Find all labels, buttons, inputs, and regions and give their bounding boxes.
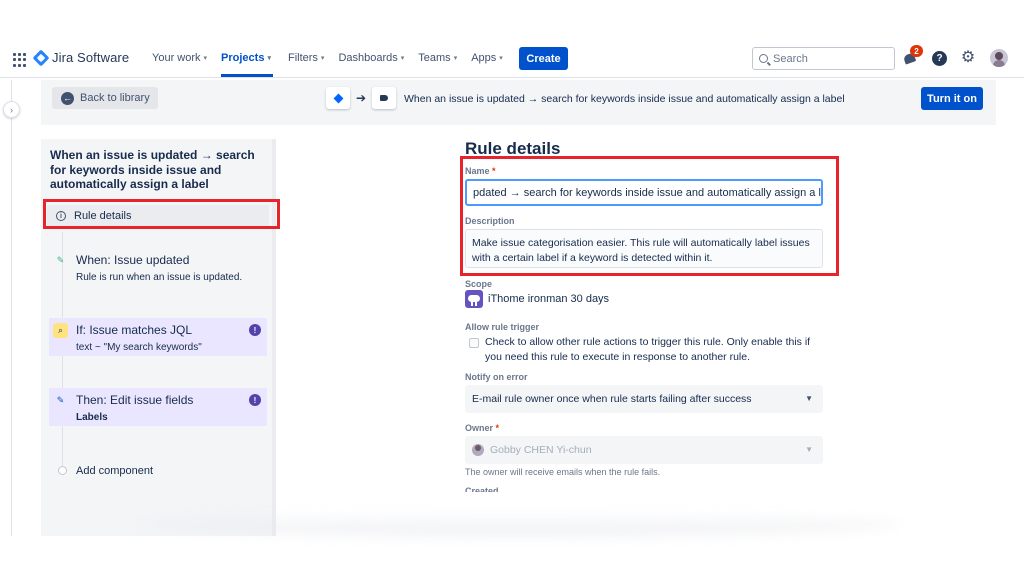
search-placeholder: Search	[773, 52, 808, 65]
component-subtitle: text ~ "My search keywords"	[76, 342, 202, 353]
settings-gear-icon[interactable]: ⚙	[960, 50, 976, 66]
chevron-down-icon: ▾	[499, 55, 503, 62]
action-chip	[372, 87, 396, 109]
nav-apps-label: Apps	[471, 52, 497, 64]
scope-value: iThome ironman 30 days	[465, 290, 609, 308]
trigger-chip	[326, 87, 350, 109]
component-subtitle: Rule is run when an issue is updated.	[76, 272, 243, 283]
pencil-icon: ✎	[56, 395, 65, 405]
chevron-down-icon: ▾	[203, 55, 208, 62]
notify-on-error-label: Notify on error	[465, 372, 528, 382]
owner-avatar	[472, 444, 484, 456]
search-icon: ⌕	[53, 323, 68, 338]
nav-dashboards[interactable]: Dashboards ▾	[338, 52, 404, 64]
allow-rule-trigger-text: Check to allow other rule actions to tri…	[485, 336, 811, 363]
arrow-left-icon: ←	[61, 91, 74, 105]
component-if-issue-matches-jql[interactable]: ⌕ If: Issue matches JQL text ~ "My searc…	[49, 318, 267, 356]
component-title: Then: Edit issue fields	[76, 393, 194, 407]
scope-label: Scope	[465, 279, 493, 289]
component-title: If: Issue matches JQL	[76, 323, 193, 337]
nav-dashboards-label: Dashboards	[338, 52, 398, 64]
allow-rule-trigger-label: Allow rule trigger	[465, 322, 540, 332]
notify-on-error-value: E-mail rule owner once when rule starts …	[472, 393, 752, 405]
user-avatar[interactable]	[990, 49, 1008, 67]
arrow-right-icon: ➔	[356, 91, 367, 105]
back-to-library-button[interactable]: ← Back to library	[52, 87, 158, 109]
chevron-down-icon: ▾	[267, 55, 271, 62]
sidebar-rail	[11, 80, 12, 536]
nav-menu: Your work ▾ Projects ▾ Filters ▾ Dashboards…	[152, 52, 503, 64]
highlight-box-rule-details	[43, 199, 280, 229]
search-input[interactable]: Search	[752, 47, 895, 70]
owner-field-label: Owner *	[465, 423, 499, 433]
chevron-down-icon: ▾	[320, 55, 325, 62]
nav-projects-label: Projects	[221, 52, 265, 64]
warning-icon: !	[249, 394, 261, 406]
nav-apps[interactable]: Apps ▾	[471, 52, 503, 64]
required-mark: *	[495, 423, 500, 433]
component-when-issue-updated[interactable]: ✎ When: Issue updated Rule is run when a…	[49, 248, 267, 292]
pencil-icon: ✎	[56, 255, 65, 265]
nav-filters[interactable]: Filters ▾	[288, 52, 324, 64]
chevron-down-icon: ▼	[805, 445, 813, 454]
component-subtitle: Labels	[76, 412, 108, 423]
chevron-down-icon: ▾	[453, 55, 458, 62]
allow-rule-trigger-checkbox[interactable]	[469, 338, 479, 348]
nav-your-work-label: Your work	[152, 52, 201, 64]
add-component-link[interactable]: Add component	[76, 465, 153, 477]
nav-teams-label: Teams	[418, 52, 451, 64]
add-component-dot-icon	[58, 466, 67, 475]
search-icon	[759, 54, 768, 63]
nav-filters-label: Filters	[287, 52, 318, 64]
app-switcher-icon[interactable]	[13, 53, 27, 67]
warning-icon: !	[249, 324, 261, 336]
create-button[interactable]: Create	[519, 47, 568, 70]
owner-helper-text: The owner will receive emails when the r…	[465, 467, 661, 477]
owner-select[interactable]: Gobby CHEN Yi-chun ▼	[465, 436, 823, 464]
owner-label-text: Owner	[465, 423, 494, 433]
notify-on-error-select[interactable]: E-mail rule owner once when rule starts …	[465, 385, 823, 413]
jira-logo[interactable]: Jira Software	[32, 49, 130, 66]
jira-diamond-icon	[32, 49, 50, 66]
nav-your-work[interactable]: Your work ▾	[152, 52, 207, 64]
back-to-library-label: Back to library	[80, 92, 150, 104]
active-nav-indicator	[221, 74, 273, 77]
nav-projects[interactable]: Projects ▾	[221, 52, 274, 64]
highlight-box-name-description	[460, 156, 839, 276]
turn-it-on-button[interactable]: Turn it on	[921, 87, 983, 110]
scope-project-name: iThome ironman 30 days	[488, 293, 610, 305]
chevron-down-icon: ▼	[805, 394, 813, 403]
rule-title: When an issue is updated → search for ke…	[50, 148, 255, 191]
expand-sidebar-chevron-icon[interactable]: ›	[3, 101, 20, 118]
nav-teams[interactable]: Teams ▾	[418, 52, 457, 64]
help-icon[interactable]: ?	[932, 51, 947, 66]
bottom-shadow	[140, 512, 900, 536]
owner-value: Gobby CHEN Yi-chun	[490, 444, 592, 456]
component-title: When: Issue updated	[76, 253, 190, 267]
created-label: Created	[465, 486, 499, 492]
rule-flow-title: When an issue is updated → search for ke…	[404, 93, 845, 105]
notification-badge: 2	[910, 45, 923, 57]
chevron-down-icon: ▾	[400, 55, 405, 62]
project-icon	[465, 290, 483, 308]
diamond-trigger-icon	[333, 93, 343, 103]
tag-icon	[380, 95, 388, 101]
component-then-edit-issue-fields[interactable]: ✎ Then: Edit issue fields Labels !	[49, 388, 267, 426]
brand-name: Jira Software	[52, 50, 130, 65]
